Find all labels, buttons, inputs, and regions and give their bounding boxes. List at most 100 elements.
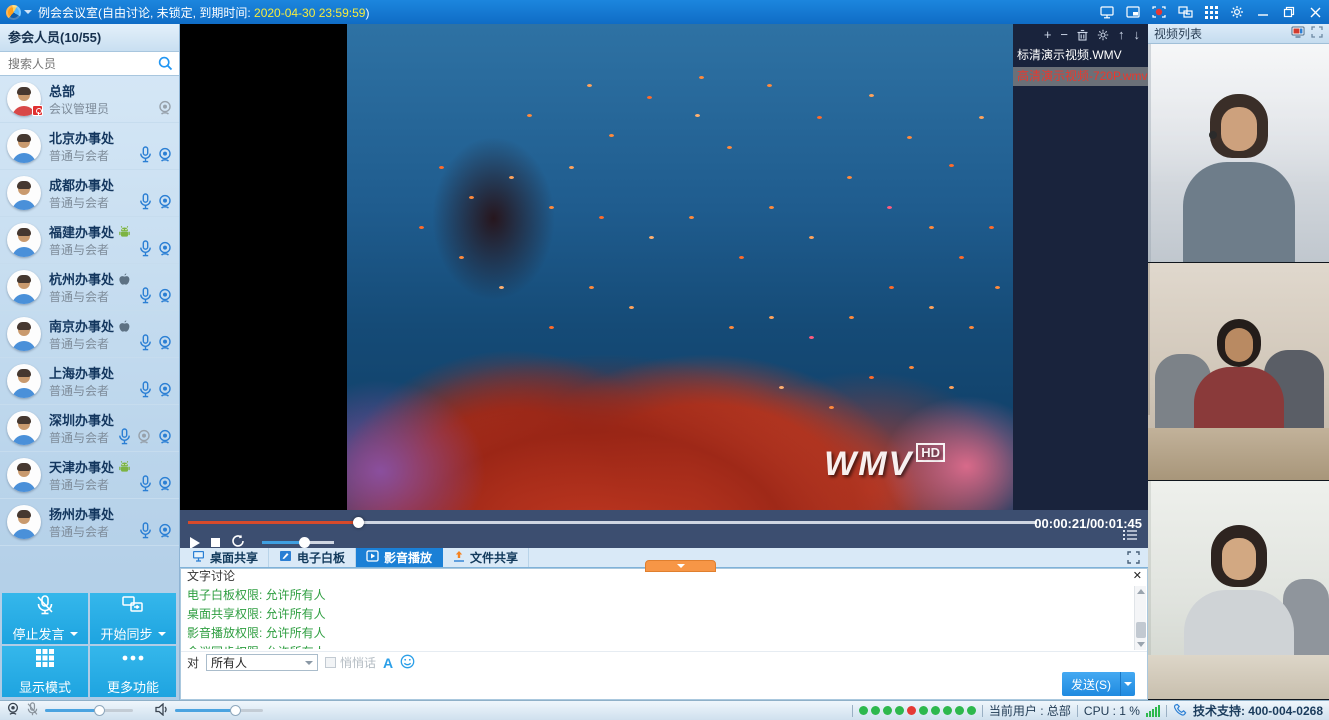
more-functions-button[interactable]: 更多功能 xyxy=(90,646,176,697)
mic-icon[interactable] xyxy=(118,428,131,445)
display-grid-button[interactable] xyxy=(1203,5,1219,19)
participant-row[interactable]: 扬州办事处 普通与会者 xyxy=(0,499,179,546)
minimize-button[interactable] xyxy=(1255,5,1271,19)
close-button[interactable] xyxy=(1307,5,1323,19)
mic-muted-icon[interactable] xyxy=(26,702,39,720)
chat-input-area[interactable]: 发送(S) xyxy=(181,673,1147,699)
volume-slider[interactable] xyxy=(262,541,334,544)
mic-icon[interactable] xyxy=(139,522,152,539)
stop-button[interactable] xyxy=(211,538,220,547)
playlist-item[interactable]: 标清演示视频.WMV xyxy=(1013,46,1148,65)
chat-scrollbar[interactable] xyxy=(1134,586,1146,650)
mic-icon[interactable] xyxy=(139,475,152,492)
restore-button[interactable] xyxy=(1281,5,1297,19)
mic-icon[interactable] xyxy=(139,287,152,304)
participant-row[interactable]: 杭州办事处 普通与会者 xyxy=(0,264,179,311)
whisper-checkbox[interactable] xyxy=(325,657,336,668)
tab-whiteboard[interactable]: 电子白板 xyxy=(269,548,356,567)
webcam-icon[interactable] xyxy=(157,194,173,210)
chat-message: 电子白板权限: 允许所有人 xyxy=(187,587,1133,603)
move-down-button[interactable]: ↓ xyxy=(1134,29,1141,41)
record-button[interactable] xyxy=(1151,5,1167,19)
video-thumbnail-3[interactable] xyxy=(1148,481,1329,700)
webcam-icon[interactable] xyxy=(157,476,173,492)
participant-row[interactable]: 南京办事处 普通与会者 xyxy=(0,311,179,358)
close-icon[interactable]: ✕ xyxy=(1133,569,1142,584)
participant-role: 普通与会者 xyxy=(49,523,109,540)
speaker-icon[interactable] xyxy=(155,703,169,719)
fullscreen-expand-icon[interactable] xyxy=(1127,551,1140,567)
app-logo-icon[interactable] xyxy=(6,5,21,20)
video-thumbnail-2[interactable] xyxy=(1148,263,1329,482)
webcam-icon[interactable] xyxy=(157,429,173,445)
recipient-select[interactable]: 所有人 xyxy=(206,654,318,671)
participant-row[interactable]: 成都办事处 普通与会者 xyxy=(0,170,179,217)
webcam-icon[interactable] xyxy=(157,147,173,163)
volume-handle[interactable] xyxy=(299,537,310,548)
titlebar: 例会会议室(自由讨论, 未锁定, 到期时间: 2020-04-30 23:59:… xyxy=(0,0,1329,24)
webcam-gray-icon[interactable] xyxy=(157,100,173,116)
mic-icon[interactable] xyxy=(139,381,152,398)
participant-row[interactable]: 福建办事处 普通与会者 xyxy=(0,217,179,264)
participant-row[interactable]: 深圳办事处 普通与会者 xyxy=(0,405,179,452)
progress-handle[interactable] xyxy=(353,517,364,528)
participant-row[interactable]: 总部 会议管理员 xyxy=(0,76,179,123)
trash-icon[interactable] xyxy=(1077,29,1088,41)
play-button[interactable] xyxy=(190,537,200,549)
move-up-button[interactable]: ↑ xyxy=(1118,29,1125,41)
participant-row[interactable]: 上海办事处 普通与会者 xyxy=(0,358,179,405)
display-mode-button[interactable]: 显示模式 xyxy=(2,646,88,697)
webcam-icon[interactable] xyxy=(157,335,173,351)
add-media-button[interactable]: + xyxy=(1044,29,1052,41)
person-figure xyxy=(1194,367,1284,447)
slider-handle[interactable] xyxy=(230,705,241,716)
mic-icon[interactable] xyxy=(139,334,152,351)
settings-gear-icon[interactable] xyxy=(1229,5,1245,19)
monitor-video-icon[interactable] xyxy=(1291,26,1305,41)
tab-label: 桌面共享 xyxy=(210,549,258,566)
expand-panel-icon[interactable] xyxy=(1311,26,1323,41)
webcam-icon[interactable] xyxy=(157,288,173,304)
chat-collapse-handle[interactable] xyxy=(645,560,716,572)
participant-row[interactable]: 北京办事处 普通与会者 xyxy=(0,123,179,170)
playlist-toggle-icon[interactable] xyxy=(1122,529,1138,544)
webcam-status-icon[interactable] xyxy=(6,702,20,719)
webcam-icon[interactable] xyxy=(157,382,173,398)
progress-bar[interactable] xyxy=(188,521,1037,524)
start-sync-button[interactable]: 开始同步 xyxy=(90,593,176,644)
participant-row[interactable]: 天津办事处 普通与会者 xyxy=(0,452,179,499)
tab-desktop-share[interactable]: 桌面共享 xyxy=(182,548,269,567)
webcam-gray-icon[interactable] xyxy=(136,429,152,445)
pip-window-button[interactable] xyxy=(1125,5,1141,19)
chat-panel: 文字讨论 ✕ 电子白板权限: 允许所有人 桌面共享权限: 允许所有人 影音播放权… xyxy=(180,568,1148,700)
send-options-button[interactable] xyxy=(1120,672,1135,696)
mic-volume-slider[interactable] xyxy=(45,709,133,712)
scrollbar-thumb[interactable] xyxy=(1136,622,1146,638)
search-icon[interactable] xyxy=(158,56,173,74)
mic-icon[interactable] xyxy=(139,146,152,163)
tab-media-playback[interactable]: 影音播放 xyxy=(356,548,443,567)
chevron-down-icon[interactable] xyxy=(24,10,32,14)
speaker-volume-slider[interactable] xyxy=(175,709,263,712)
tab-file-share[interactable]: 文件共享 xyxy=(443,548,529,567)
mic-icon[interactable] xyxy=(139,240,152,257)
video-thumbnail-1[interactable] xyxy=(1148,44,1329,263)
search-input[interactable] xyxy=(0,52,179,75)
slider-handle[interactable] xyxy=(94,705,105,716)
screen-share-button[interactable] xyxy=(1099,5,1115,19)
scroll-up-icon[interactable] xyxy=(1137,589,1145,594)
stop-speaking-button[interactable]: 停止发言 xyxy=(2,593,88,644)
send-button[interactable]: 发送(S) xyxy=(1062,672,1120,696)
emoji-icon[interactable] xyxy=(400,654,415,672)
mic-icon[interactable] xyxy=(139,193,152,210)
android-icon xyxy=(118,460,131,474)
participants-header: 参会人员(10/55) xyxy=(0,24,179,52)
webcam-icon[interactable] xyxy=(157,523,173,539)
network-screens-button[interactable] xyxy=(1177,5,1193,19)
remove-media-button[interactable]: − xyxy=(1060,29,1068,41)
scroll-down-icon[interactable] xyxy=(1137,642,1145,647)
playlist-item-selected[interactable]: 高清演示视频-720P.wmv 删除 xyxy=(1013,67,1148,86)
playlist-settings-icon[interactable] xyxy=(1097,29,1109,41)
webcam-icon[interactable] xyxy=(157,241,173,257)
font-style-button[interactable]: A xyxy=(383,655,393,671)
